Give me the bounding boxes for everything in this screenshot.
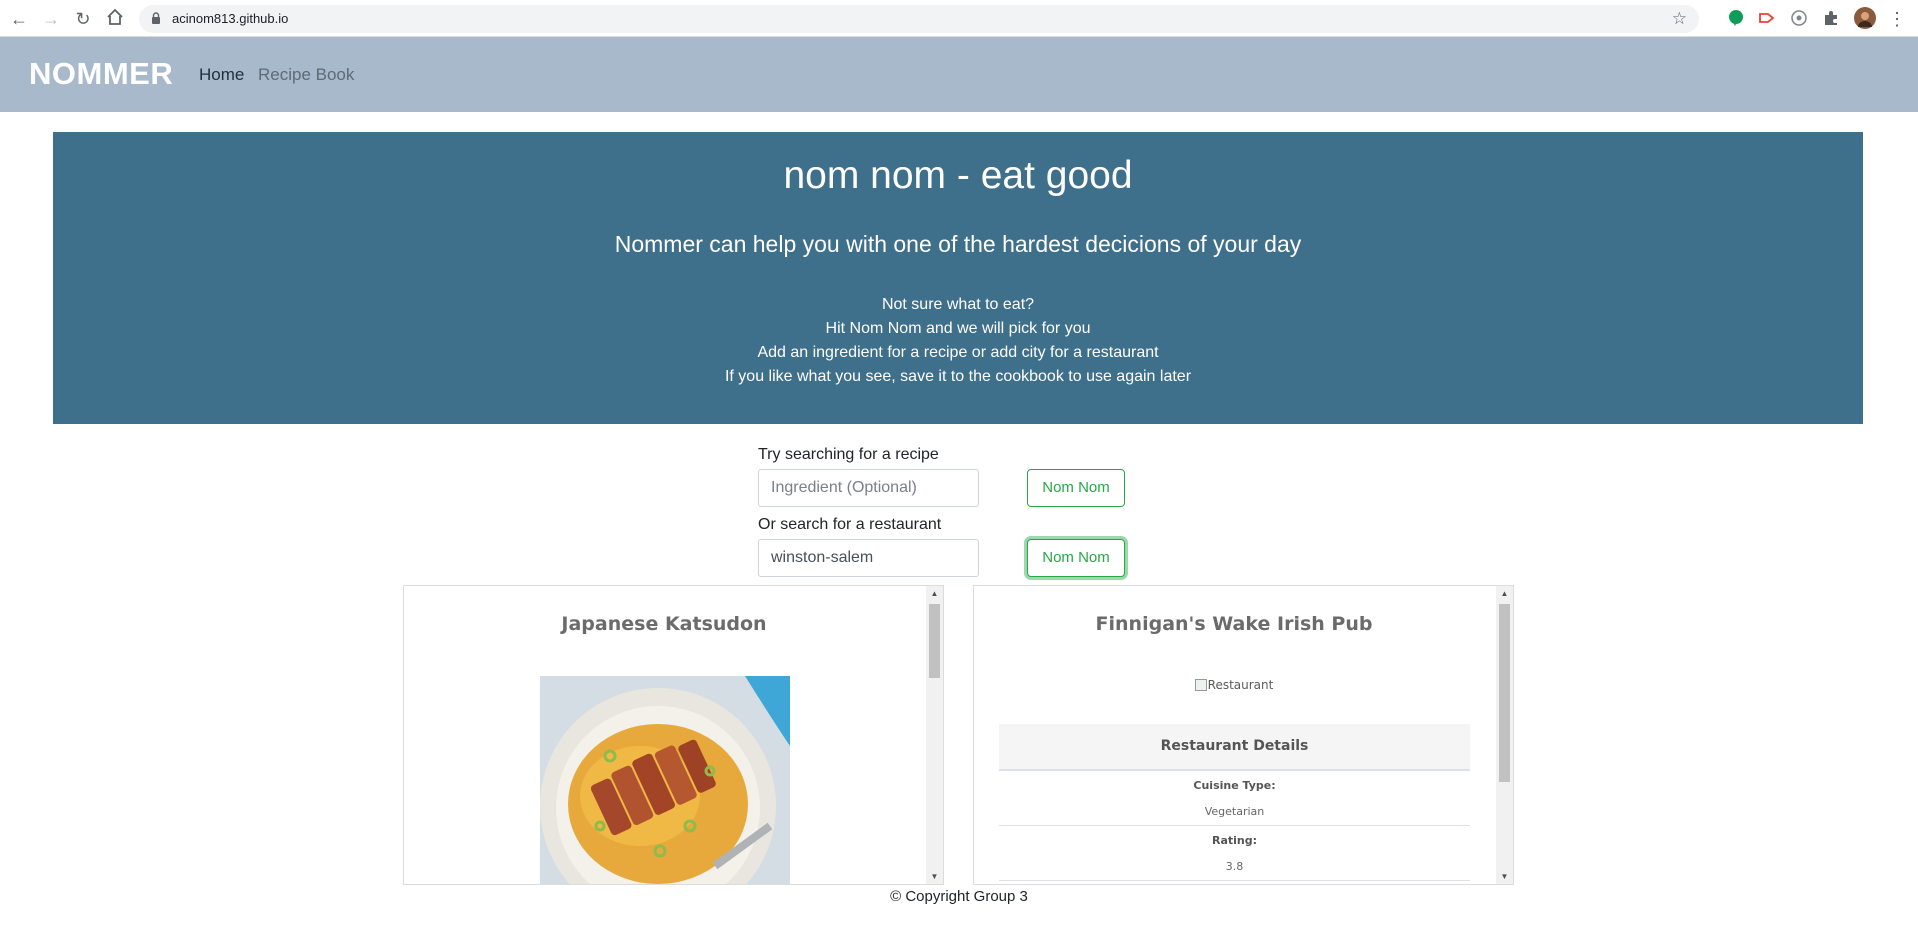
nav-recipe-book-link[interactable]: Recipe Book xyxy=(258,65,354,85)
back-arrow-icon[interactable]: ← xyxy=(8,8,30,30)
restaurant-details-table: Restaurant Details Cuisine Type: Vegetar… xyxy=(999,724,1470,881)
broken-image-icon xyxy=(1194,679,1207,691)
detail-row: Rating: 3.8 xyxy=(999,826,1470,881)
restaurant-search-label: Or search for a restaurant xyxy=(758,516,942,533)
detail-label: Rating: xyxy=(1211,834,1258,847)
restaurant-card-scrollbar[interactable]: ▲ ▼ xyxy=(1496,586,1513,884)
recipe-card-scrollbar[interactable]: ▲ ▼ xyxy=(926,586,943,884)
scroll-up-icon[interactable]: ▲ xyxy=(1496,589,1513,598)
footer-copyright: © Copyright Group 3 xyxy=(890,888,1028,905)
scroll-thumb[interactable] xyxy=(929,604,940,678)
url-text: acinom813.github.io xyxy=(172,11,289,26)
recipe-nom-nom-button[interactable]: Nom Nom xyxy=(1027,469,1125,507)
brand-logo[interactable]: NOMMER xyxy=(29,56,173,92)
scroll-down-icon[interactable]: ▼ xyxy=(926,872,943,881)
extension-gray-icon[interactable] xyxy=(1790,9,1808,27)
browser-toolbar: ← → ↻ acinom813.github.io ☆ ⋮ xyxy=(0,0,1918,37)
hero-line: If you like what you see, save it to the… xyxy=(724,368,1192,385)
ingredient-input[interactable] xyxy=(758,469,979,507)
extensions-puzzle-icon[interactable] xyxy=(1822,9,1840,27)
detail-row: Cuisine Type: Vegetarian xyxy=(999,771,1470,826)
recipe-title: Japanese Katsudon xyxy=(561,613,767,635)
restaurant-nom-nom-button[interactable]: Nom Nom xyxy=(1027,539,1125,577)
restaurant-title: Finnigan's Wake Irish Pub xyxy=(1095,613,1373,635)
hero-jumbotron: nom nom - eat good Nommer can help you w… xyxy=(53,132,1863,424)
hero-line: Add an ingredient for a recipe or add ci… xyxy=(757,344,1159,361)
extension-green-icon[interactable] xyxy=(1727,9,1745,27)
nav-home-link[interactable]: Home xyxy=(199,65,244,85)
hero-subtitle: Nommer can help you with one of the hard… xyxy=(614,231,1302,257)
hero-line: Not sure what to eat? xyxy=(881,296,1035,313)
bookmark-star-icon[interactable]: ☆ xyxy=(1672,9,1687,29)
navbar: NOMMER Home Recipe Book xyxy=(0,37,1918,112)
home-icon[interactable] xyxy=(104,8,126,30)
profile-avatar[interactable] xyxy=(1854,7,1876,29)
lock-icon xyxy=(152,12,160,24)
extension-red-icon[interactable] xyxy=(1758,9,1776,27)
address-bar[interactable]: acinom813.github.io ☆ xyxy=(139,5,1699,33)
hero-line: Hit Nom Nom and we will pick for you xyxy=(825,320,1091,337)
restaurant-image: Restaurant xyxy=(974,678,1494,692)
recipe-card: Japanese Katsudon ▲ ▼ xyxy=(403,585,944,885)
detail-label: Cuisine Type: xyxy=(1193,779,1276,792)
forward-arrow-icon[interactable]: → xyxy=(40,8,62,30)
scroll-down-icon[interactable]: ▼ xyxy=(1496,872,1513,881)
hero-title: nom nom - eat good xyxy=(783,154,1133,197)
restaurant-card: Finnigan's Wake Irish Pub Restaurant Res… xyxy=(973,585,1514,885)
recipe-search-label: Try searching for a recipe xyxy=(758,446,939,463)
more-vert-icon[interactable]: ⋮ xyxy=(1886,8,1908,30)
details-heading: Restaurant Details xyxy=(999,724,1470,771)
scroll-up-icon[interactable]: ▲ xyxy=(926,589,943,598)
restaurant-image-alt: Restaurant xyxy=(1207,678,1274,692)
recipe-image xyxy=(540,676,790,884)
hero-instructions: Not sure what to eat? Hit Nom Nom and we… xyxy=(53,293,1863,389)
scroll-thumb[interactable] xyxy=(1499,604,1510,782)
detail-value: 3.8 xyxy=(1225,860,1244,873)
detail-value: Vegetarian xyxy=(1204,805,1265,818)
reload-icon[interactable]: ↻ xyxy=(72,8,94,30)
city-input[interactable] xyxy=(758,539,979,577)
